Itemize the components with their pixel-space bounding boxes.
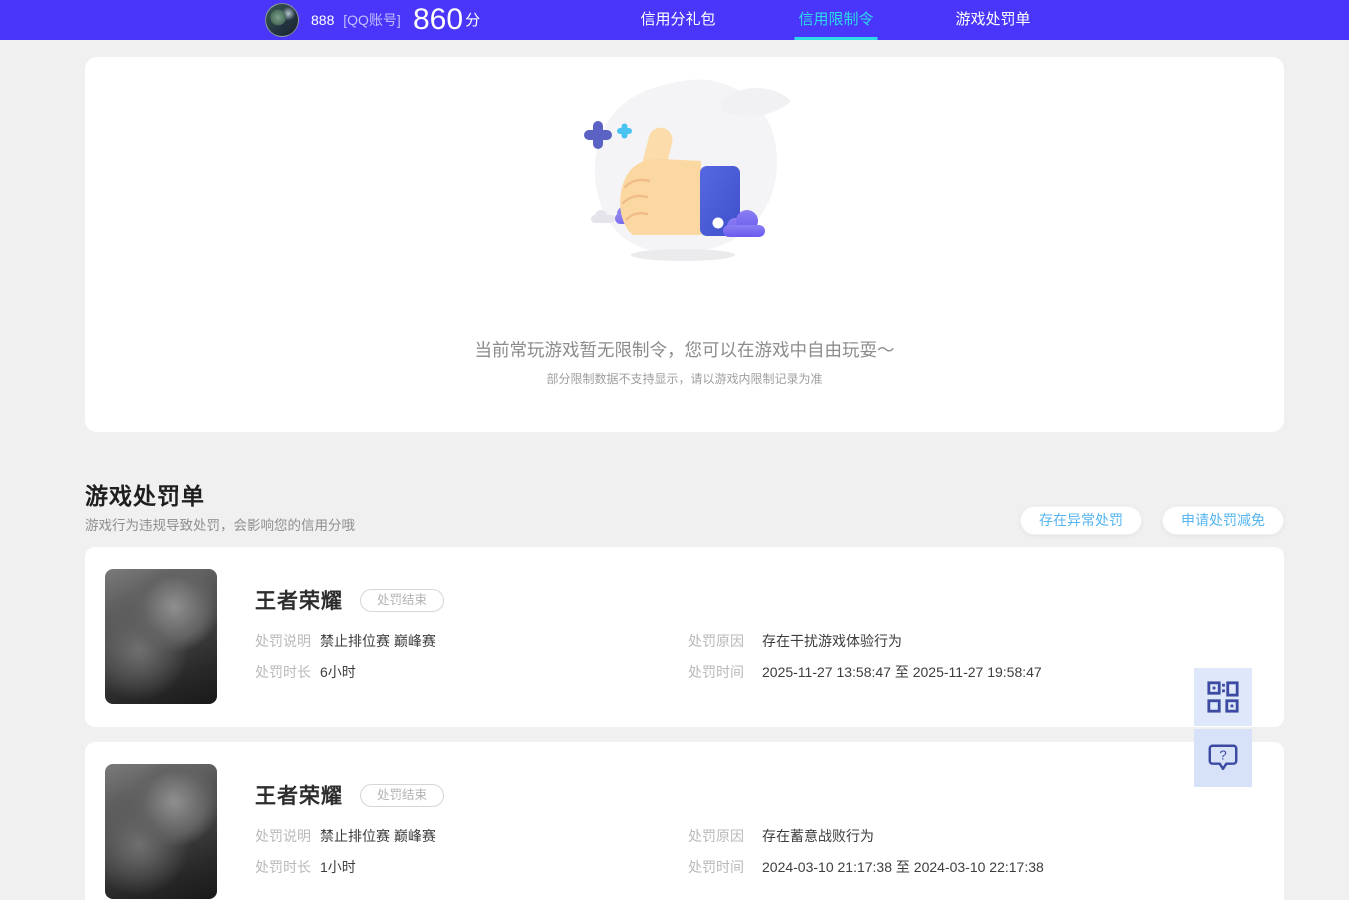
tab-credit-restriction[interactable]: 信用限制令: [794, 0, 878, 40]
qr-code-button[interactable]: [1194, 668, 1252, 726]
punishment-time-field: 处罚时间 2024-03-10 21:17:38 至 2024-03-10 22…: [688, 857, 1044, 877]
help-button[interactable]: ?: [1194, 729, 1252, 787]
field-value: 存在干扰游戏体验行为: [762, 633, 902, 649]
field-label: 处罚时间: [688, 664, 744, 680]
punishment-duration-field: 处罚时长 1小时: [255, 857, 356, 877]
thumbs-up-illustration-icon: [583, 79, 791, 261]
help-icon: ?: [1208, 744, 1238, 771]
punishment-description-field: 处罚说明 禁止排位赛 巅峰赛: [255, 631, 436, 651]
field-label: 处罚说明: [255, 633, 311, 649]
field-value: 禁止排位赛 巅峰赛: [320, 633, 436, 649]
empty-state-note: 部分限制数据不支持显示，请以游戏内限制记录为准: [546, 372, 823, 386]
credit-page: 888 [QQ账号] 860 分 信用分礼包 信用限制令 游戏处罚单 当前常玩游…: [0, 0, 1349, 900]
field-label: 处罚原因: [688, 633, 744, 649]
punishment-card: 王者荣耀 处罚结束 处罚说明 禁止排位赛 巅峰赛 处罚时长 1小时 处罚原因 存…: [85, 742, 1284, 900]
game-name: 王者荣耀: [255, 590, 343, 613]
punishment-time-field: 处罚时间 2025-11-27 13:58:47 至 2025-11-27 19…: [688, 662, 1042, 682]
field-label: 处罚说明: [255, 828, 311, 844]
field-value: 禁止排位赛 巅峰赛: [320, 828, 436, 844]
field-value: 6小时: [320, 664, 356, 680]
punishment-card: 王者荣耀 处罚结束 处罚说明 禁止排位赛 巅峰赛 处罚时长 6小时 处罚原因 存…: [85, 547, 1284, 727]
credit-score: 860 分: [413, 0, 480, 40]
punishment-section-title: 游戏处罚单: [85, 483, 205, 509]
credit-score-value: 860: [413, 3, 464, 36]
punishment-reason-field: 处罚原因 存在蓄意战败行为: [688, 826, 874, 846]
abnormal-punishment-button[interactable]: 存在异常处罚: [1020, 506, 1142, 535]
field-value: 2025-11-27 13:58:47 至 2025-11-27 19:58:4…: [762, 664, 1042, 680]
field-value: 1小时: [320, 859, 356, 875]
card-title-row: 王者荣耀 处罚结束: [255, 585, 445, 615]
field-value: 2024-03-10 21:17:38 至 2024-03-10 22:17:3…: [762, 859, 1044, 875]
tab-credit-gift[interactable]: 信用分礼包: [640, 0, 715, 40]
field-label: 处罚原因: [688, 828, 744, 844]
tab-game-punishment[interactable]: 游戏处罚单: [955, 0, 1030, 40]
field-label: 处罚时长: [255, 664, 311, 680]
restriction-empty-card: 当前常玩游戏暂无限制令，您可以在游戏中自由玩耍～ 部分限制数据不支持显示，请以游…: [85, 57, 1284, 432]
apply-reduction-button[interactable]: 申请处罚减免: [1162, 506, 1284, 535]
field-value: 存在蓄意战败行为: [762, 828, 874, 844]
card-title-row: 王者荣耀 处罚结束: [255, 780, 445, 810]
game-name: 王者荣耀: [255, 785, 343, 808]
game-thumbnail: [105, 569, 217, 704]
account-type: [QQ账号]: [343, 12, 401, 28]
top-nav-bar: 888 [QQ账号] 860 分 信用分礼包 信用限制令 游戏处罚单: [0, 0, 1349, 40]
svg-text:?: ?: [1219, 747, 1226, 762]
field-label: 处罚时间: [688, 859, 744, 875]
punishment-duration-field: 处罚时长 6小时: [255, 662, 356, 682]
punishment-reason-field: 处罚原因 存在干扰游戏体验行为: [688, 631, 902, 651]
game-thumbnail: [105, 764, 217, 899]
status-badge: 处罚结束: [360, 588, 445, 612]
credit-score-unit: 分: [465, 12, 481, 29]
punishment-section-actions: 存在异常处罚 申请处罚减免: [1020, 506, 1284, 535]
punishment-section-subtitle: 游戏行为违规导致处罚，会影响您的信用分哦: [85, 518, 355, 533]
empty-state-message: 当前常玩游戏暂无限制令，您可以在游戏中自由玩耍～: [474, 340, 895, 360]
avatar[interactable]: [265, 3, 299, 37]
punishment-description-field: 处罚说明 禁止排位赛 巅峰赛: [255, 826, 436, 846]
field-label: 处罚时长: [255, 859, 311, 875]
status-badge: 处罚结束: [360, 783, 445, 807]
account-info: 888 [QQ账号]: [311, 0, 401, 40]
qr-code-icon: [1207, 681, 1239, 713]
account-name: 888: [311, 12, 335, 28]
